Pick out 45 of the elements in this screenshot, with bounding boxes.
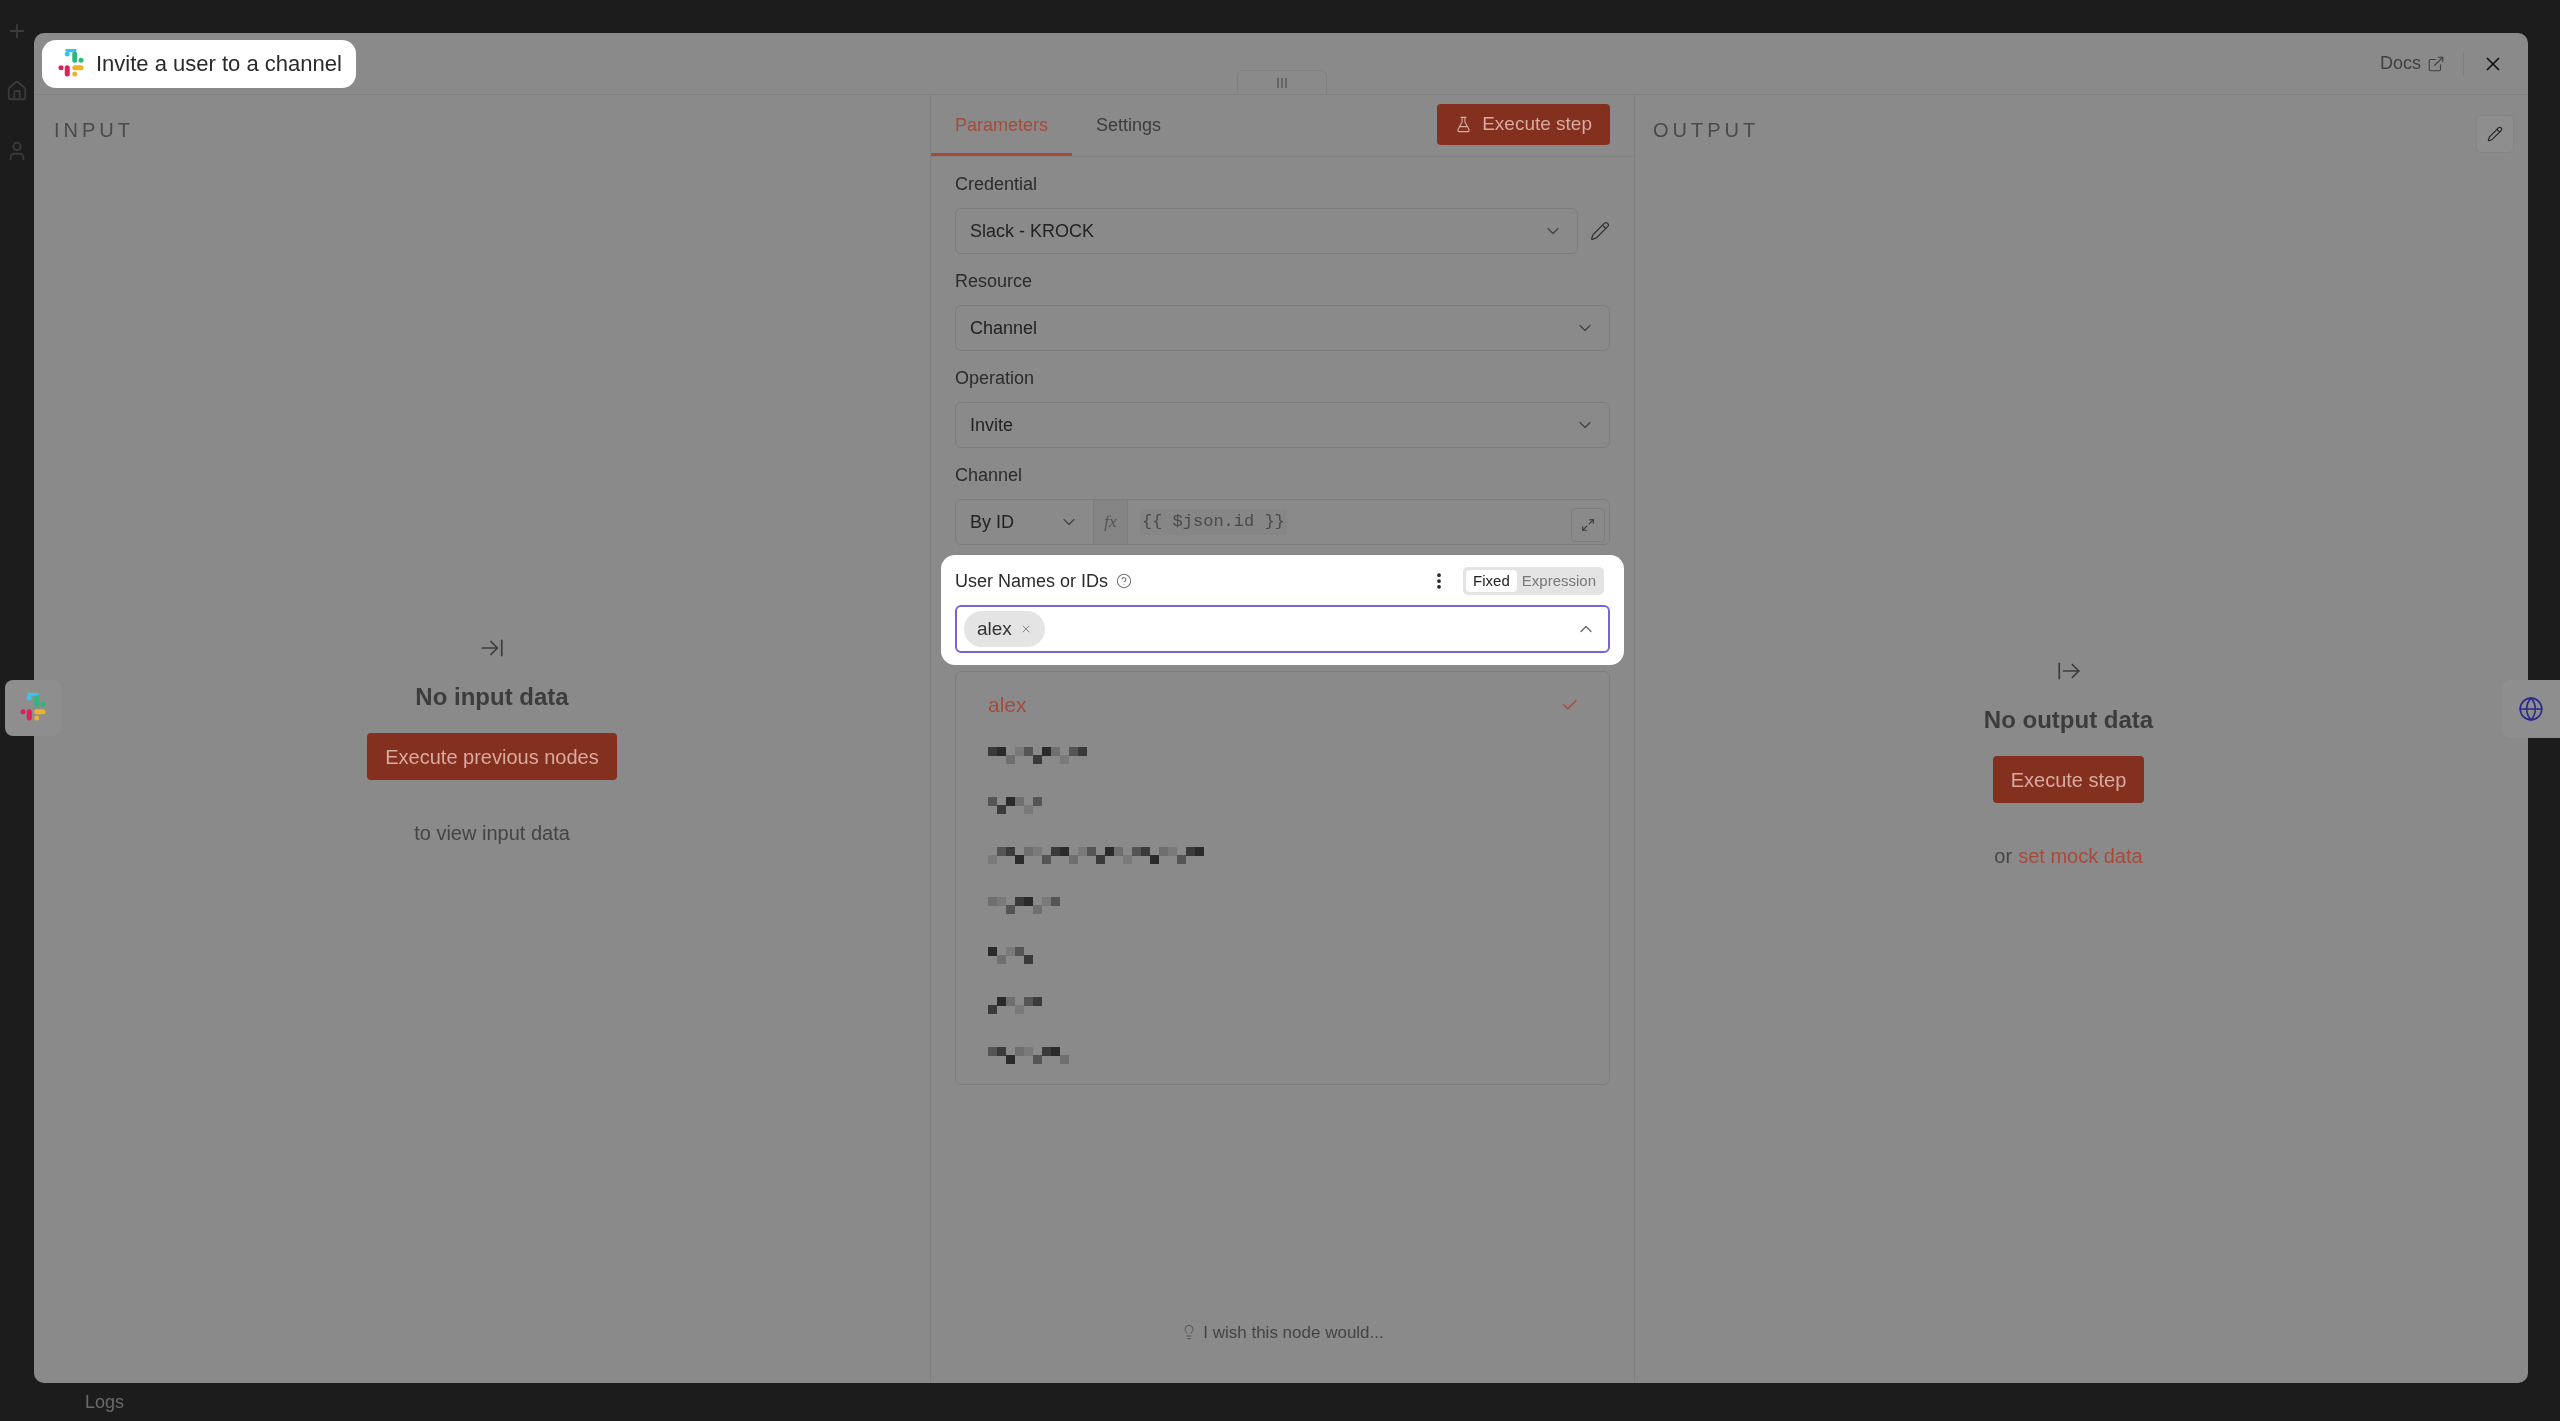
redacted-text [988, 946, 1033, 964]
help-icon[interactable] [1116, 573, 1133, 589]
multi-select-field[interactable]: alex [955, 605, 1610, 653]
field-label: Credential [955, 173, 1039, 196]
select-field[interactable]: Channel [955, 305, 1610, 351]
empty-title: No input data [415, 682, 569, 712]
docs-link[interactable]: Docs [2380, 50, 2445, 77]
redacted-text [988, 996, 1042, 1014]
select-field[interactable]: Invite [955, 402, 1610, 448]
home-icon[interactable] [6, 80, 28, 102]
empty-title: No output data [1983, 705, 2154, 735]
field-label: Resource [955, 270, 1034, 293]
tab[interactable]: Settings [1072, 98, 1186, 156]
drag-handle-icon[interactable] [1276, 76, 1288, 89]
execute-step-button[interactable]: Execute step [1437, 104, 1610, 145]
slack-logo-icon [56, 48, 86, 79]
toggle-option[interactable]: Fixed [1466, 570, 1517, 592]
http-node[interactable] [2502, 680, 2560, 738]
slack-node[interactable] [5, 680, 61, 736]
external-link-icon [2427, 54, 2445, 73]
redacted-text [988, 796, 1042, 814]
edit-output-button[interactable] [2476, 115, 2514, 153]
feedback-link[interactable]: I wish this node would... [1203, 1319, 1384, 1345]
panel-heading: OUTPUT [1653, 118, 1760, 143]
redacted-text [988, 896, 1060, 914]
execute-previous-button[interactable]: Execute previous nodes [367, 733, 617, 780]
logs-label[interactable]: Logs [85, 1388, 125, 1416]
field-label: Operation [955, 367, 1036, 390]
tag-chip: alex [964, 611, 1045, 647]
hint-text: or [1994, 844, 2013, 869]
flask-icon [1455, 116, 1473, 133]
node-title-badge[interactable]: Invite a user to a channel [42, 39, 356, 88]
execute-step-button[interactable]: Execute step [1992, 756, 2145, 803]
pencil-icon [2487, 126, 2503, 142]
option-label: alex [988, 692, 1027, 719]
field-label: User Names or IDs [955, 569, 1109, 593]
toggle-option[interactable]: Expression [1516, 570, 1601, 592]
field-label: Channel [955, 464, 1024, 487]
select-field[interactable]: Slack - KROCK [955, 208, 1578, 254]
empty-hint: to view input data [414, 821, 570, 846]
globe-icon [2518, 696, 2544, 722]
node-title: Invite a user to a channel [96, 50, 342, 78]
panel-heading: INPUT [54, 118, 135, 143]
slack-logo-icon [18, 693, 48, 723]
pencil-icon[interactable] [1590, 221, 1610, 241]
